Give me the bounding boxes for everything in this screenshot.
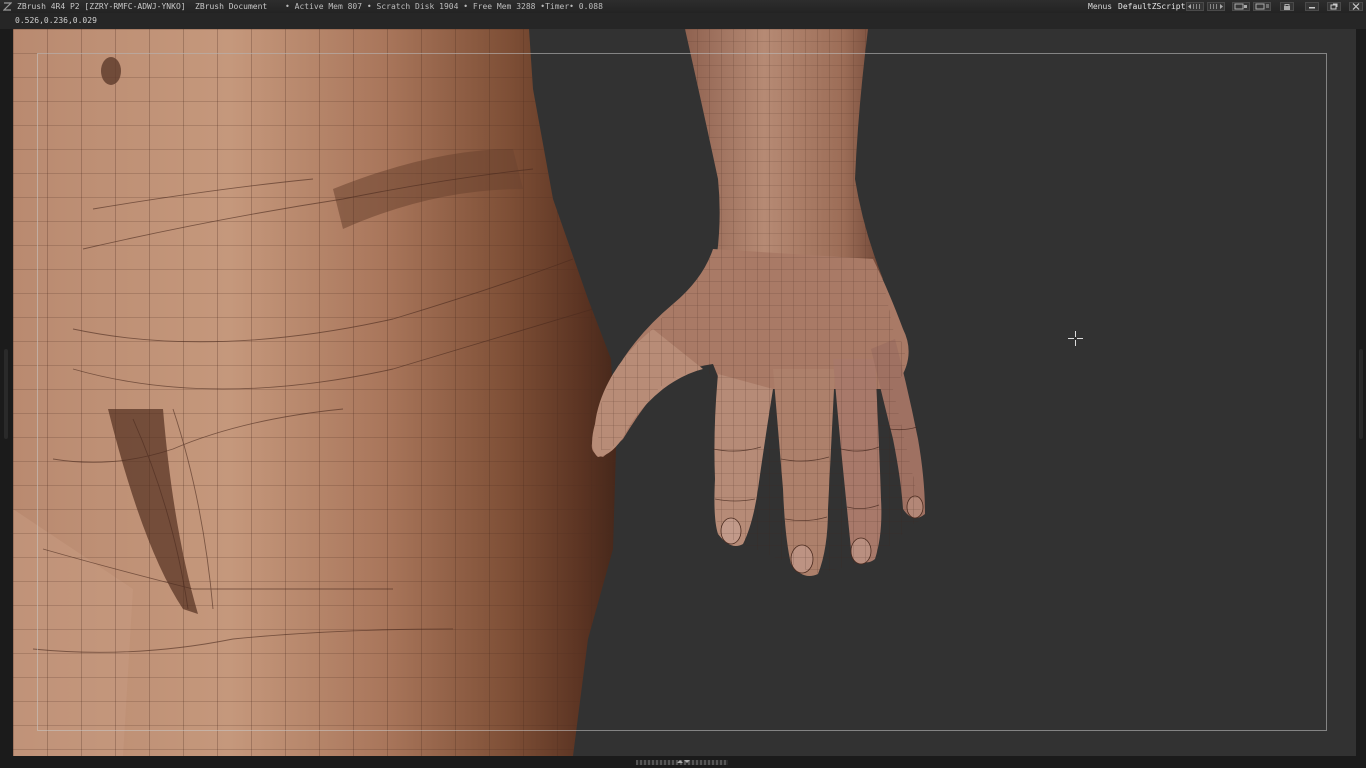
tray-left-toggle-icon[interactable] [1186, 2, 1204, 11]
bottom-tray-edge[interactable] [0, 756, 1366, 768]
coordinate-bar: 0.526,0.236,0.029 [0, 13, 1366, 29]
crosshair-cursor-icon [1068, 331, 1083, 346]
close-icon[interactable] [1349, 2, 1363, 11]
tray-right-toggle-icon[interactable] [1207, 2, 1225, 11]
app-title: ZBrush 4R4 P2 [ZZRY-RMFC-ADWJ-YNKO] [17, 2, 186, 11]
right-tray-edge[interactable] [1356, 29, 1366, 756]
tray-arrows-icon[interactable] [675, 757, 691, 767]
coordinate-readout: 0.526,0.236,0.029 [15, 16, 97, 25]
restore-icon[interactable] [1327, 2, 1341, 11]
right-tray-handle[interactable] [1359, 349, 1363, 439]
document-title: ZBrush Document [195, 2, 268, 11]
zbrush-logo-icon[interactable] [3, 2, 12, 11]
memory-status: • Active Mem 807 • Scratch Disk 1904 • F… [285, 2, 603, 11]
layout-icon[interactable] [1232, 2, 1250, 11]
lock-icon[interactable] [1280, 2, 1294, 11]
title-bar: ZBrush 4R4 P2 [ZZRY-RMFC-ADWJ-YNKO] ZBru… [0, 0, 1366, 13]
left-tray-handle[interactable] [4, 349, 8, 439]
ui-layout-icon[interactable] [1253, 2, 1271, 11]
default-zscript-button[interactable]: DefaultZScript [1118, 0, 1185, 13]
left-tray-edge[interactable] [0, 29, 13, 756]
minimize-icon[interactable] [1305, 2, 1319, 11]
viewport-canvas[interactable] [13, 29, 1356, 756]
model-render[interactable] [13, 29, 1356, 756]
menus-button[interactable]: Menus [1088, 0, 1112, 13]
